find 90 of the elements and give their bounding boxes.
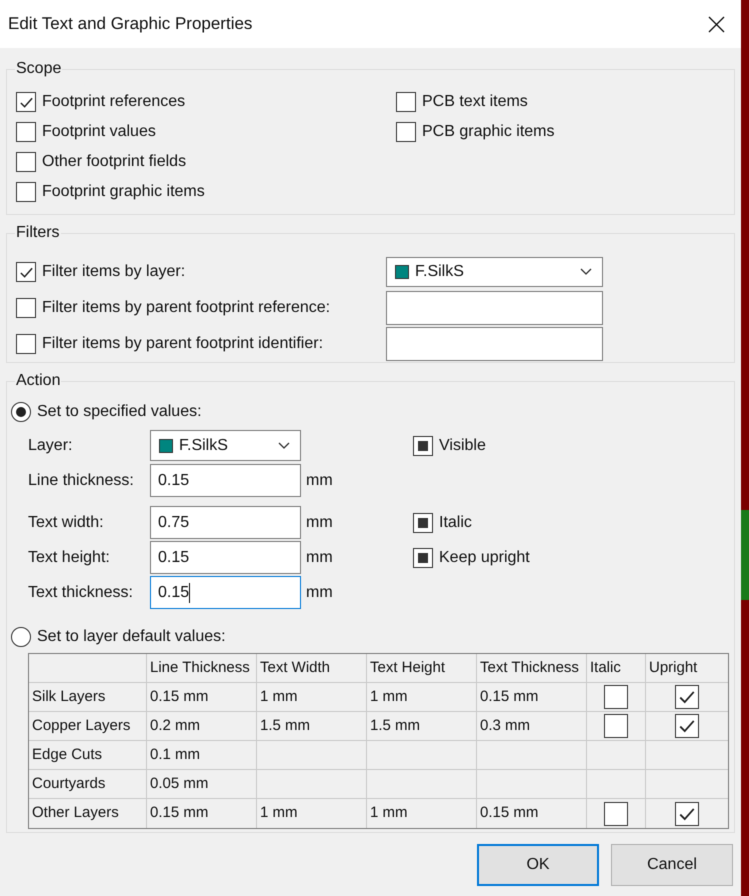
checkbox-label: Filter items by parent footprint identifier:	[42, 334, 324, 354]
input-field[interactable]: 0.75	[150, 506, 301, 539]
radio-button[interactable]	[11, 402, 31, 422]
row-header: Copper Layers	[29, 712, 147, 740]
table-cell-text: 0.15 mm	[150, 803, 208, 824]
checkbox[interactable]	[16, 122, 36, 142]
layer-dropdown[interactable]: F.SilkS	[150, 430, 301, 461]
checkbox-label: Footprint references	[42, 92, 186, 112]
checkbox[interactable]	[674, 685, 698, 709]
column-header: Line Thickness	[147, 654, 257, 682]
checkbox-label: PCB text items	[422, 92, 528, 112]
row-header: Courtyards	[29, 770, 147, 798]
checkbox[interactable]	[396, 122, 416, 142]
table-cell-text: 0.05 mm	[150, 774, 208, 794]
table-cell-text: 1 mm	[370, 686, 408, 707]
table-cell-text: 0.1 mm	[150, 744, 200, 765]
checkbox-label: Filter items by parent footprint reference:	[42, 298, 330, 318]
radio-label: Set to specified values:	[37, 402, 202, 422]
radio-button[interactable]	[11, 627, 31, 647]
layer-dropdown[interactable]: F.SilkS	[386, 257, 603, 287]
checkbox[interactable]	[16, 182, 36, 202]
table-cell-text: 0.15 mm	[480, 803, 538, 824]
input-field[interactable]: 0.15	[150, 464, 301, 497]
field-label: Layer:	[28, 436, 74, 456]
table-cell-text: 0.15 mm	[150, 686, 208, 707]
input-field[interactable]	[386, 327, 603, 361]
dialog-button[interactable]: OK	[477, 844, 599, 886]
unit-label: mm	[306, 472, 333, 488]
field-value: 0.15	[158, 548, 190, 568]
row-header: Edge Cuts	[29, 741, 147, 769]
table-cell-text: 1.5 mm	[260, 716, 310, 736]
table-cell-text: 0.2 mm	[150, 716, 200, 736]
checkbox[interactable]	[413, 548, 433, 568]
chevron-down-icon	[278, 442, 290, 450]
input-field[interactable]	[386, 291, 603, 325]
input-field[interactable]: 0.15	[150, 541, 301, 574]
checkbox[interactable]	[413, 436, 433, 456]
checkbox[interactable]	[604, 714, 628, 738]
chevron-down-icon	[580, 268, 592, 276]
field-value: 0.15	[158, 470, 190, 490]
table-cell-text: 1 mm	[260, 803, 298, 824]
field-label: Line thickness:	[28, 470, 135, 490]
checkbox-label: Keep upright	[439, 548, 530, 568]
checkbox-label: Visible	[439, 436, 486, 456]
layer-swatch-icon	[395, 265, 409, 279]
table-cell-text: 1 mm	[370, 803, 408, 824]
radio-label: Set to layer default values:	[37, 627, 226, 647]
field-value: 0.75	[158, 512, 190, 532]
checkbox-label: Footprint values	[42, 122, 156, 142]
checkbox-label: Other footprint fields	[42, 152, 186, 172]
field-label: Text width:	[28, 512, 105, 532]
input-field[interactable]: 0.15	[150, 576, 301, 609]
dropdown-value: F.SilkS	[415, 262, 465, 282]
checkbox[interactable]	[396, 92, 416, 112]
table-cell-text: 0.3 mm	[480, 716, 530, 736]
close-icon	[708, 16, 724, 32]
table-cell-text: 1.5 mm	[370, 716, 420, 736]
column-header: Italic	[587, 654, 646, 682]
table-cell-text: 0.15 mm	[480, 686, 538, 707]
field-label: Text height:	[28, 548, 111, 568]
column-header: Upright	[648, 658, 698, 678]
checkbox[interactable]	[413, 512, 433, 532]
checkbox-label: Filter items by layer:	[42, 262, 186, 282]
unit-label: mm	[306, 584, 333, 600]
checkbox[interactable]	[604, 802, 628, 826]
column-header: Text Width	[257, 654, 367, 682]
checkbox[interactable]	[16, 298, 36, 318]
checkbox-label: Italic	[439, 512, 472, 532]
checkbox-label: Footprint graphic items	[42, 182, 205, 202]
field-label: Text thickness:	[28, 582, 134, 602]
field-value: 0.15	[158, 582, 190, 602]
checkbox[interactable]	[604, 685, 628, 709]
dialog-button[interactable]: Cancel	[611, 844, 733, 886]
dropdown-value: F.SilkS	[179, 436, 229, 456]
layer-swatch-icon	[159, 438, 173, 452]
checkbox[interactable]	[16, 152, 36, 172]
row-header: Other Layers	[29, 799, 147, 828]
unit-label: mm	[306, 514, 333, 530]
column-header: Text Thickness	[477, 654, 587, 682]
checkbox[interactable]	[674, 802, 698, 826]
checkbox[interactable]	[16, 334, 36, 354]
checkbox[interactable]	[16, 92, 36, 112]
window-title: Edit Text and Graphic Properties	[8, 13, 254, 36]
checkbox[interactable]	[674, 714, 698, 738]
checkbox-label: PCB graphic items	[422, 122, 554, 142]
column-header: Text Height	[367, 654, 477, 682]
checkbox[interactable]	[16, 262, 36, 282]
unit-label: mm	[306, 548, 333, 566]
row-header: Silk Layers	[29, 683, 147, 711]
table-cell-text: 1 mm	[260, 686, 298, 707]
